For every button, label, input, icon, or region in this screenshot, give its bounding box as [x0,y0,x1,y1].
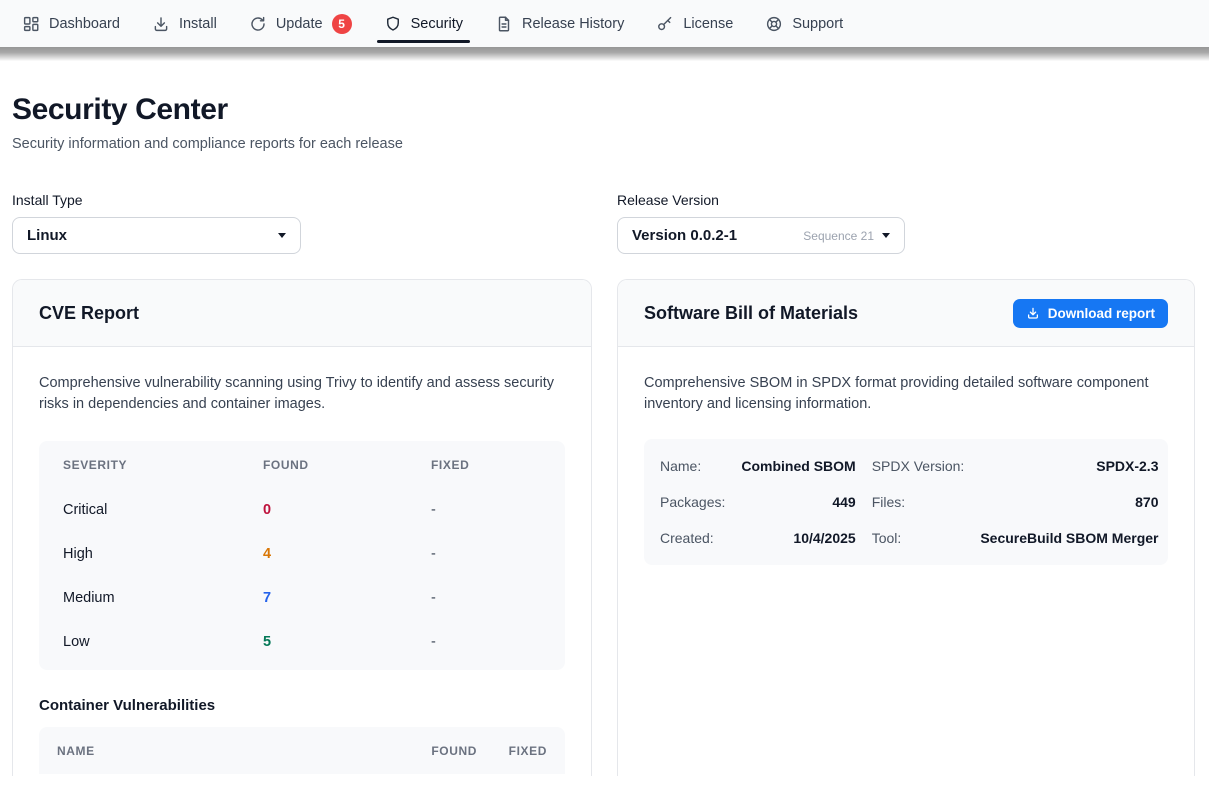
nav-item-dashboard[interactable]: Dashboard [6,0,136,47]
nav-item-support[interactable]: Support [749,0,859,47]
download-report-label: Download report [1048,306,1155,321]
severity-label: Medium [63,590,263,606]
lifebuoy-icon [765,15,783,33]
sbom-tool-label: Tool: [872,530,965,546]
top-nav: Dashboard Install Update 5 Security Rele… [0,0,1209,47]
found-count: 5 [263,634,431,650]
cve-report-card-body: Comprehensive vulnerability scanning usi… [13,347,591,776]
release-version-filter: Release Version Version 0.0.2-1 Sequence… [617,192,1195,254]
sbom-name-value: Combined SBOM [741,458,855,474]
column-header-found: FOUND [403,744,477,758]
sbom-files-value: 870 [980,494,1158,510]
nav-item-release-history[interactable]: Release History [479,0,640,47]
key-icon [656,15,674,33]
table-row-medium: Medium 7 - [39,576,565,620]
found-count: 0 [263,502,431,518]
sbom-info-grid: Name: Combined SBOM SPDX Version: SPDX-2… [644,439,1168,565]
container-vulnerabilities-title: Container Vulnerabilities [39,697,565,714]
sbom-description: Comprehensive SBOM in SPDX format provid… [644,373,1168,415]
nav-item-label: Support [792,16,843,32]
table-row-low: Low 5 - [39,620,565,664]
nav-item-license[interactable]: License [640,0,749,47]
download-icon [1026,306,1040,320]
nav-item-label: Update [276,16,323,32]
chevron-down-icon [278,233,286,238]
page-title: Security Center [12,93,1195,127]
nav-item-label: License [683,16,733,32]
fixed-count: - [431,634,541,650]
cards-row: CVE Report Comprehensive vulnerability s… [12,279,1195,776]
sbom-title: Software Bill of Materials [644,303,858,324]
severity-label: High [63,546,263,562]
sbom-card-body: Comprehensive SBOM in SPDX format provid… [618,347,1194,591]
sbom-spdx-version-value: SPDX-2.3 [980,458,1158,474]
install-type-label: Install Type [12,192,592,208]
install-type-filter: Install Type Linux [12,192,592,254]
nav-item-label: Install [179,16,217,32]
shield-icon [384,15,402,33]
nav-shadow-divider [0,47,1209,61]
sbom-packages-label: Packages: [660,494,725,510]
table-row-high: High 4 - [39,532,565,576]
download-report-button[interactable]: Download report [1013,299,1168,328]
severity-label: Critical [63,502,263,518]
sbom-spdx-version-label: SPDX Version: [872,458,965,474]
container-table-header: NAME FOUND FIXED [39,727,565,774]
download-icon [152,15,170,33]
release-version-value: Version 0.0.2-1 [632,227,737,244]
fixed-count: - [431,502,541,518]
nav-item-security[interactable]: Security [368,0,479,47]
sbom-name-label: Name: [660,458,725,474]
sbom-packages-value: 449 [741,494,855,510]
severity-table-header: SEVERITY FOUND FIXED [39,441,565,488]
fixed-count: - [431,590,541,606]
filters-row: Install Type Linux Release Version Versi… [12,192,1195,254]
nav-item-label: Release History [522,16,624,32]
cve-report-card: CVE Report Comprehensive vulnerability s… [12,279,592,776]
column-header-found: FOUND [263,458,431,472]
sbom-card: Software Bill of Materials Download repo… [617,279,1195,776]
sbom-tool-value: SecureBuild SBOM Merger [980,530,1158,546]
document-icon [495,15,513,33]
release-version-label: Release Version [617,192,1195,208]
update-count-badge: 5 [332,14,352,34]
install-type-select[interactable]: Linux [12,217,301,254]
nav-item-label: Security [411,16,463,32]
nav-item-install[interactable]: Install [136,0,233,47]
cve-report-title: CVE Report [39,303,139,324]
chevron-down-icon [882,233,890,238]
column-header-severity: SEVERITY [63,458,263,472]
cve-report-description: Comprehensive vulnerability scanning usi… [39,373,565,415]
refresh-icon [249,15,267,33]
install-type-value: Linux [27,227,67,244]
sbom-created-label: Created: [660,530,725,546]
nav-item-label: Dashboard [49,16,120,32]
sbom-created-value: 10/4/2025 [741,530,855,546]
cve-report-card-header: CVE Report [13,280,591,347]
severity-table: SEVERITY FOUND FIXED Critical 0 - High 4… [39,441,565,670]
dashboard-icon [22,15,40,33]
sbom-card-header: Software Bill of Materials Download repo… [618,280,1194,347]
table-row-critical: Critical 0 - [39,488,565,532]
nav-item-update[interactable]: Update 5 [233,0,368,47]
release-version-select[interactable]: Version 0.0.2-1 Sequence 21 [617,217,905,254]
page-subtitle: Security information and compliance repo… [12,136,1195,152]
main-content: Security Center Security information and… [0,93,1209,776]
release-sequence-label: Sequence 21 [803,229,874,243]
sbom-files-label: Files: [872,494,965,510]
found-count: 7 [263,590,431,606]
column-header-fixed: FIXED [431,458,541,472]
column-header-fixed: FIXED [477,744,547,758]
column-header-name: NAME [57,744,403,758]
found-count: 4 [263,546,431,562]
fixed-count: - [431,546,541,562]
severity-label: Low [63,634,263,650]
